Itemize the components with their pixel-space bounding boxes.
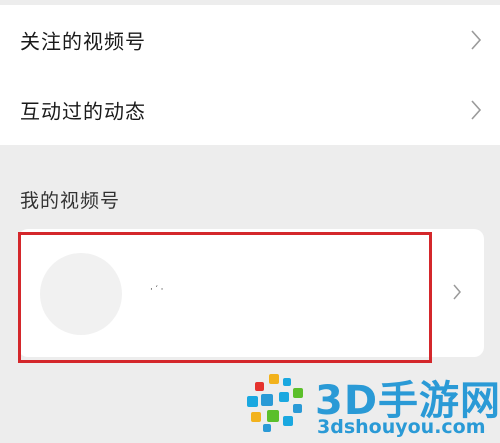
- menu-item-followed-channels[interactable]: 关注的视频号: [0, 5, 500, 79]
- chevron-right-icon: [471, 30, 482, 50]
- my-channel-card[interactable]: · ′ ·: [18, 229, 484, 357]
- section-title-my-channels: 我的视频号: [20, 190, 121, 212]
- watermark-url: 3dshouyou.com: [317, 416, 486, 438]
- chevron-right-icon: [453, 284, 461, 300]
- menu-item-label: 互动过的动态: [20, 99, 146, 124]
- 3d-logo-icon: [247, 374, 303, 432]
- channel-name: · ′ ·: [150, 285, 164, 295]
- chevron-right-icon: [471, 100, 482, 120]
- menu-item-interacted-posts[interactable]: 互动过的动态: [0, 75, 500, 145]
- avatar: [40, 253, 122, 335]
- watermark: 3D手游网 3dshouyou.com: [245, 370, 500, 443]
- menu-item-label: 关注的视频号: [20, 29, 146, 54]
